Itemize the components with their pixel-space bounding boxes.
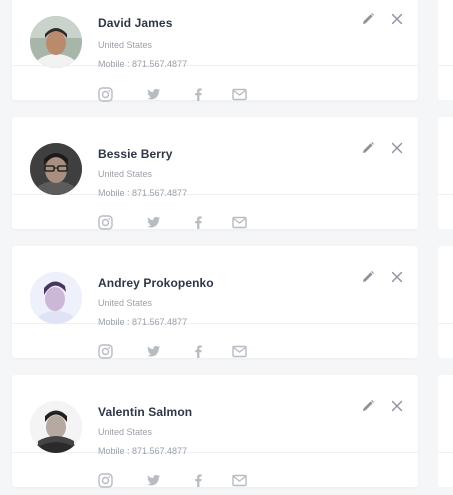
instagram-icon[interactable] — [98, 87, 113, 102]
contact-country: United States — [98, 298, 153, 308]
divider — [438, 65, 453, 66]
contact-card: Andrey Prokopenko United States Mobile :… — [12, 246, 418, 359]
contact-card-header: Bessie Berry United States Mobile : 871.… — [12, 117, 418, 198]
avatar — [30, 143, 82, 195]
close-icon[interactable] — [390, 399, 404, 413]
contact-name: Valentin Salmon — [98, 405, 193, 419]
facebook-icon[interactable] — [191, 215, 206, 230]
close-icon[interactable] — [390, 141, 404, 155]
avatar — [30, 401, 82, 453]
twitter-icon[interactable] — [146, 344, 161, 359]
divider — [438, 452, 453, 453]
divider — [438, 323, 453, 324]
avatar — [30, 16, 82, 68]
mail-icon[interactable] — [232, 87, 247, 102]
next-column-card — [438, 0, 453, 100]
close-icon[interactable] — [390, 270, 404, 284]
contact-card: Valentin Salmon United States Mobile : 8… — [12, 375, 418, 488]
contact-mobile: Mobile : 871.567.4877 — [98, 317, 188, 327]
contact-mobile: Mobile : 871.567.4877 — [98, 59, 188, 69]
pencil-icon[interactable] — [361, 270, 375, 284]
contact-name: Andrey Prokopenko — [98, 276, 214, 290]
contact-card: Bessie Berry United States Mobile : 871.… — [12, 117, 418, 230]
contact-country: United States — [98, 40, 153, 50]
contact-card-header: Valentin Salmon United States Mobile : 8… — [12, 375, 418, 456]
close-icon[interactable] — [390, 12, 404, 26]
pencil-icon[interactable] — [361, 399, 375, 413]
next-column-card — [438, 117, 453, 229]
mail-icon[interactable] — [232, 344, 247, 359]
pencil-icon[interactable] — [361, 12, 375, 26]
contact-card-header: David James United States Mobile : 871.5… — [12, 0, 418, 69]
divider — [438, 194, 453, 195]
contact-name: David James — [98, 16, 173, 30]
twitter-icon[interactable] — [146, 215, 161, 230]
contact-mobile: Mobile : 871.567.4877 — [98, 446, 188, 456]
facebook-icon[interactable] — [191, 87, 206, 102]
contact-country: United States — [98, 169, 153, 179]
contact-card-header: Andrey Prokopenko United States Mobile :… — [12, 246, 418, 327]
avatar — [30, 272, 82, 324]
contact-card: David James United States Mobile : 871.5… — [12, 0, 418, 102]
instagram-icon[interactable] — [98, 473, 113, 488]
next-column-card — [438, 246, 453, 358]
pencil-icon[interactable] — [361, 141, 375, 155]
twitter-icon[interactable] — [146, 473, 161, 488]
mail-icon[interactable] — [232, 473, 247, 488]
facebook-icon[interactable] — [191, 344, 206, 359]
mail-icon[interactable] — [232, 215, 247, 230]
next-column-card — [438, 375, 453, 487]
instagram-icon[interactable] — [98, 215, 113, 230]
twitter-icon[interactable] — [146, 87, 161, 102]
contact-mobile: Mobile : 871.567.4877 — [98, 188, 188, 198]
facebook-icon[interactable] — [191, 473, 206, 488]
contact-country: United States — [98, 427, 153, 437]
contact-name: Bessie Berry — [98, 147, 173, 161]
instagram-icon[interactable] — [98, 344, 113, 359]
